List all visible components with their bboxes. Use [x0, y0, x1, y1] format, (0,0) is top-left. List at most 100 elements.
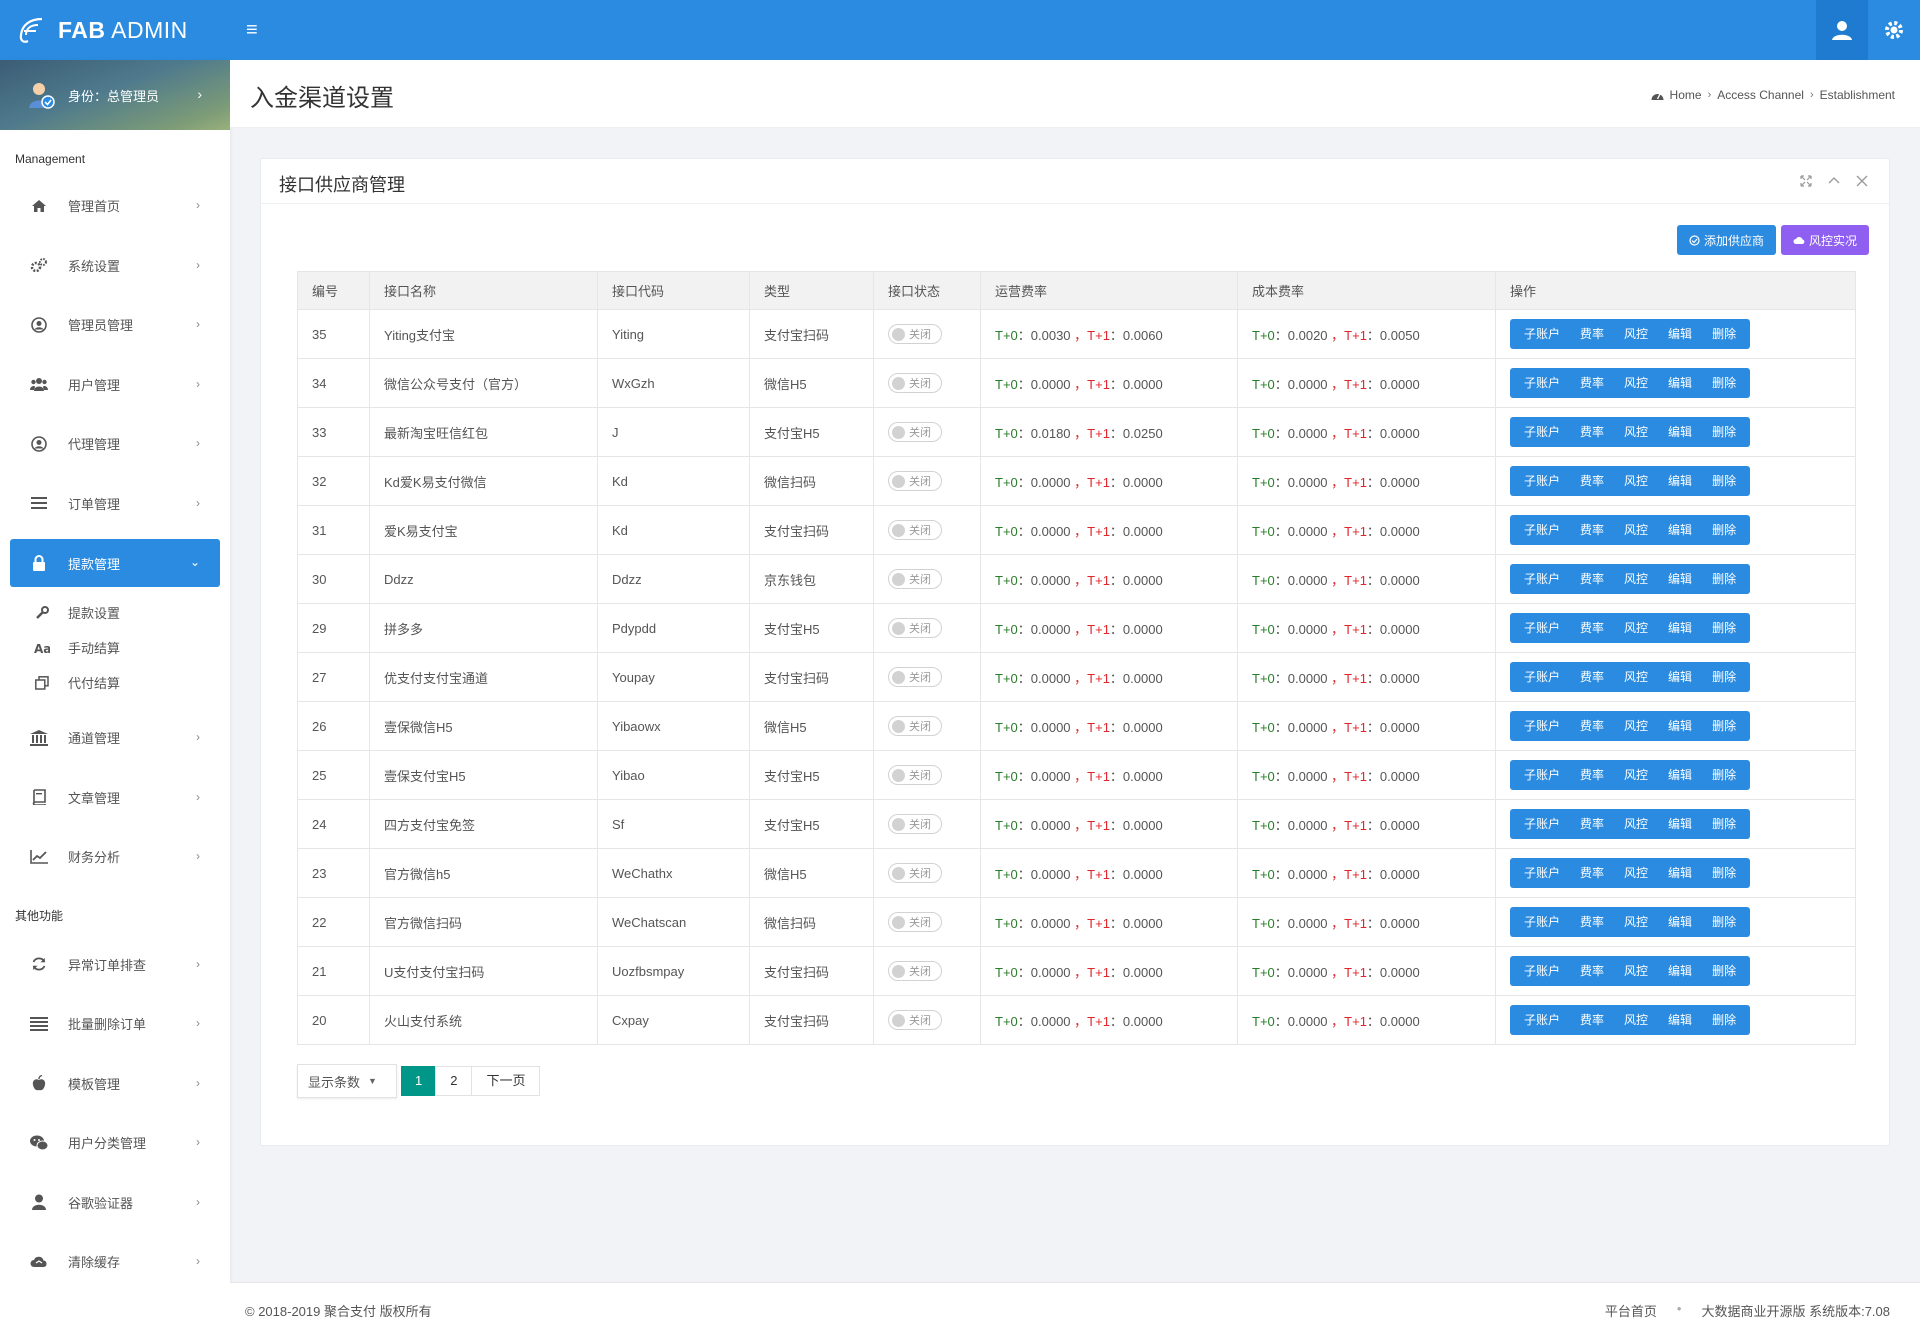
delete-button[interactable]: 删除 — [1702, 907, 1746, 937]
breadcrumb-home[interactable]: Home — [1670, 88, 1702, 102]
edit-button[interactable]: 编辑 — [1658, 417, 1702, 447]
rate-button[interactable]: 费率 — [1570, 662, 1614, 692]
sub-account-button[interactable]: 子账户 — [1514, 466, 1570, 496]
sidebar-item-other-4[interactable]: 谷歌验证器 › — [0, 1173, 230, 1233]
sidebar-subitem-1[interactable]: Aa 手动结算 — [0, 630, 230, 665]
risk-button[interactable]: 风控 — [1614, 809, 1658, 839]
sub-account-button[interactable]: 子账户 — [1514, 809, 1570, 839]
collapse-icon[interactable] — [1827, 174, 1841, 188]
delete-button[interactable]: 删除 — [1702, 711, 1746, 741]
delete-button[interactable]: 删除 — [1702, 858, 1746, 888]
sub-account-button[interactable]: 子账户 — [1514, 417, 1570, 447]
status-toggle[interactable]: 关闭 — [888, 618, 942, 638]
delete-button[interactable]: 删除 — [1702, 515, 1746, 545]
sidebar-item-withdraw[interactable]: 提款管理 ⌄ — [10, 539, 220, 587]
rate-button[interactable]: 费率 — [1570, 809, 1614, 839]
sidebar-item-management-4[interactable]: 代理管理 › — [0, 414, 230, 474]
status-toggle[interactable]: 关闭 — [888, 667, 942, 687]
delete-button[interactable]: 删除 — [1702, 466, 1746, 496]
sub-account-button[interactable]: 子账户 — [1514, 613, 1570, 643]
sidebar-item-other-3[interactable]: 用户分类管理 › — [0, 1113, 230, 1173]
sub-account-button[interactable]: 子账户 — [1514, 319, 1570, 349]
sub-account-button[interactable]: 子账户 — [1514, 760, 1570, 790]
sub-account-button[interactable]: 子账户 — [1514, 564, 1570, 594]
status-toggle[interactable]: 关闭 — [888, 961, 942, 981]
breadcrumb-access-channel[interactable]: Access Channel — [1717, 88, 1804, 102]
edit-button[interactable]: 编辑 — [1658, 466, 1702, 496]
edit-button[interactable]: 编辑 — [1658, 662, 1702, 692]
delete-button[interactable]: 删除 — [1702, 956, 1746, 986]
edit-button[interactable]: 编辑 — [1658, 956, 1702, 986]
edit-button[interactable]: 编辑 — [1658, 613, 1702, 643]
next-page-button[interactable]: 下一页 — [471, 1066, 541, 1096]
delete-button[interactable]: 删除 — [1702, 368, 1746, 398]
status-toggle[interactable]: 关闭 — [888, 716, 942, 736]
status-toggle[interactable]: 关闭 — [888, 569, 942, 589]
sidebar-item-management-5[interactable]: 订单管理 › — [0, 474, 230, 534]
risk-button[interactable]: 风控 — [1614, 564, 1658, 594]
sub-account-button[interactable]: 子账户 — [1514, 956, 1570, 986]
page-size-select[interactable]: 显示条数 ▼ — [297, 1064, 397, 1098]
edit-button[interactable]: 编辑 — [1658, 515, 1702, 545]
risk-button[interactable]: 风控 — [1614, 956, 1658, 986]
sidebar-item-management-1[interactable]: 系统设置 › — [0, 236, 230, 296]
profile-banner[interactable]: 身份：总管理员 › — [0, 60, 230, 130]
risk-button[interactable]: 风控 — [1614, 613, 1658, 643]
status-toggle[interactable]: 关闭 — [888, 765, 942, 785]
sub-account-button[interactable]: 子账户 — [1514, 858, 1570, 888]
close-icon[interactable] — [1855, 174, 1869, 188]
sidebar-item-other-5[interactable]: 清除缓存 › — [0, 1232, 230, 1292]
risk-button[interactable]: 风控 — [1614, 466, 1658, 496]
risk-control-button[interactable]: 风控实况 — [1780, 225, 1869, 255]
edit-button[interactable]: 编辑 — [1658, 907, 1702, 937]
status-toggle[interactable]: 关闭 — [888, 520, 942, 540]
risk-button[interactable]: 风控 — [1614, 858, 1658, 888]
rate-button[interactable]: 费率 — [1570, 1005, 1614, 1035]
sidebar-item-management-0[interactable]: 管理首页 › — [0, 176, 230, 236]
rate-button[interactable]: 费率 — [1570, 319, 1614, 349]
risk-button[interactable]: 风控 — [1614, 1005, 1658, 1035]
sub-account-button[interactable]: 子账户 — [1514, 907, 1570, 937]
sidebar-item-other-1[interactable]: 批量删除订单 › — [0, 994, 230, 1054]
rate-button[interactable]: 费率 — [1570, 956, 1614, 986]
status-toggle[interactable]: 关闭 — [888, 863, 942, 883]
sidebar-item-management-3[interactable]: 用户管理 › — [0, 355, 230, 415]
status-toggle[interactable]: 关闭 — [888, 814, 942, 834]
expand-icon[interactable] — [1799, 174, 1813, 188]
sub-account-button[interactable]: 子账户 — [1514, 662, 1570, 692]
rate-button[interactable]: 费率 — [1570, 466, 1614, 496]
edit-button[interactable]: 编辑 — [1658, 858, 1702, 888]
status-toggle[interactable]: 关闭 — [888, 422, 942, 442]
status-toggle[interactable]: 关闭 — [888, 373, 942, 393]
rate-button[interactable]: 费率 — [1570, 711, 1614, 741]
delete-button[interactable]: 删除 — [1702, 760, 1746, 790]
sidebar-item-content-1[interactable]: 文章管理 › — [0, 768, 230, 828]
delete-button[interactable]: 删除 — [1702, 662, 1746, 692]
menu-toggle-icon[interactable]: ≡ — [246, 18, 266, 42]
risk-button[interactable]: 风控 — [1614, 711, 1658, 741]
risk-button[interactable]: 风控 — [1614, 319, 1658, 349]
delete-button[interactable]: 删除 — [1702, 1005, 1746, 1035]
brand[interactable]: FAB ADMIN — [0, 0, 230, 60]
user-menu-icon[interactable] — [1816, 0, 1868, 60]
status-toggle[interactable]: 关闭 — [888, 471, 942, 491]
sidebar-subitem-2[interactable]: 代付结算 — [0, 665, 230, 700]
settings-gear-icon[interactable] — [1868, 0, 1920, 60]
rate-button[interactable]: 费率 — [1570, 760, 1614, 790]
risk-button[interactable]: 风控 — [1614, 368, 1658, 398]
sidebar-item-content-0[interactable]: 通道管理 › — [0, 708, 230, 768]
status-toggle[interactable]: 关闭 — [888, 1010, 942, 1030]
sidebar-item-management-2[interactable]: 管理员管理 › — [0, 295, 230, 355]
rate-button[interactable]: 费率 — [1570, 368, 1614, 398]
page-2-button[interactable]: 2 — [435, 1066, 473, 1096]
status-toggle[interactable]: 关闭 — [888, 324, 942, 344]
edit-button[interactable]: 编辑 — [1658, 809, 1702, 839]
edit-button[interactable]: 编辑 — [1658, 760, 1702, 790]
sidebar-item-other-2[interactable]: 模板管理 › — [0, 1054, 230, 1114]
risk-button[interactable]: 风控 — [1614, 907, 1658, 937]
sub-account-button[interactable]: 子账户 — [1514, 368, 1570, 398]
edit-button[interactable]: 编辑 — [1658, 319, 1702, 349]
sidebar-item-content-2[interactable]: 财务分析 › — [0, 827, 230, 887]
delete-button[interactable]: 删除 — [1702, 319, 1746, 349]
sidebar-item-other-0[interactable]: 异常订单排查 › — [0, 935, 230, 995]
